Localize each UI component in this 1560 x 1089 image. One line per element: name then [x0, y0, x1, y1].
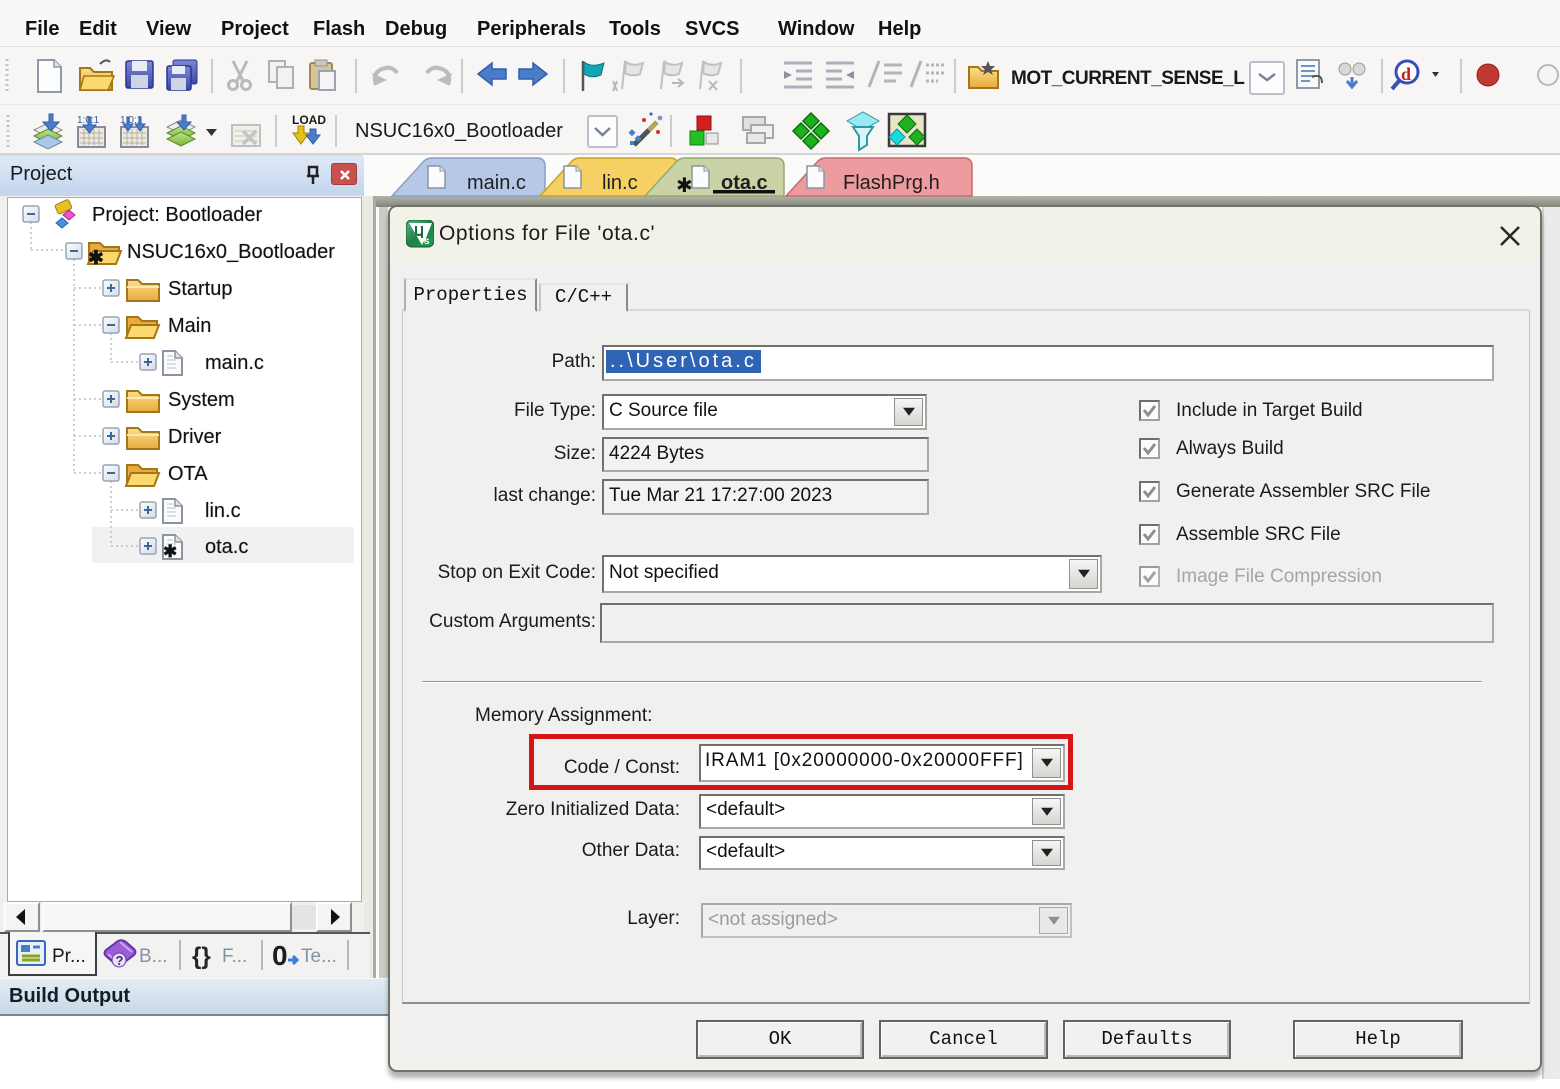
svg-text:FlashPrg.h: FlashPrg.h — [843, 172, 940, 194]
svg-text:Te...: Te... — [301, 946, 337, 967]
svg-text:NSUC16x0_Bootloader: NSUC16x0_Bootloader — [355, 120, 563, 142]
svg-text:{}: {} — [192, 943, 211, 970]
svg-text:s: s — [424, 236, 430, 247]
svg-text:F...: F... — [222, 946, 247, 967]
svg-text:?: ? — [116, 953, 124, 968]
svg-text:✱: ✱ — [163, 542, 177, 561]
svg-text:LOAD: LOAD — [292, 113, 326, 127]
svg-text:lin.c: lin.c — [602, 172, 638, 194]
svg-text:main.c: main.c — [467, 172, 526, 194]
svg-text:B...: B... — [139, 946, 168, 967]
svg-text:0: 0 — [272, 940, 288, 971]
svg-text:✱: ✱ — [676, 175, 693, 197]
svg-text:Pr...: Pr... — [52, 946, 86, 967]
svg-text:✱: ✱ — [88, 248, 104, 269]
svg-text:d: d — [1401, 64, 1411, 84]
svg-text:MOT_CURRENT_SENSE_L: MOT_CURRENT_SENSE_L — [1011, 68, 1245, 89]
